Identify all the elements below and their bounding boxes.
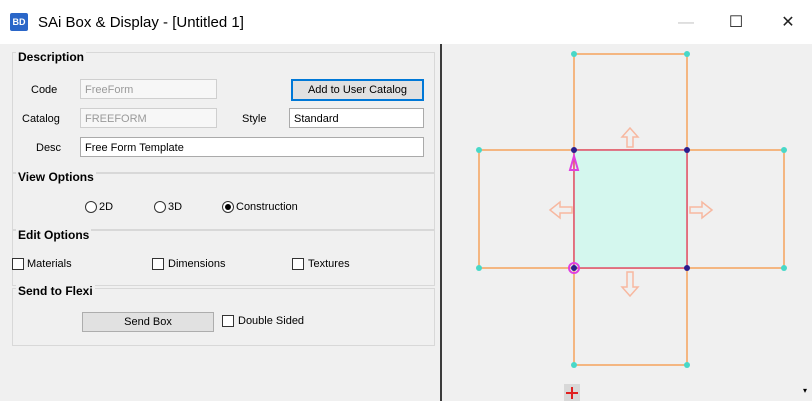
radio-construction-label: Construction bbox=[236, 201, 298, 213]
textures-label: Textures bbox=[308, 258, 350, 270]
corner-node bbox=[571, 51, 577, 57]
description-title: Description bbox=[16, 50, 87, 64]
style-label: Style bbox=[242, 113, 267, 125]
materials-checkbox[interactable] bbox=[12, 258, 24, 270]
design-canvas[interactable] bbox=[442, 44, 812, 401]
catalog-label: Catalog bbox=[22, 113, 60, 125]
close-button[interactable]: ✕ bbox=[766, 8, 810, 38]
corner-node bbox=[684, 51, 690, 57]
expand-bottom-arrow bbox=[620, 271, 640, 298]
base-corner-node bbox=[684, 147, 690, 153]
title-bar: BD SAi Box & Display - [Untitled 1] — ☐ … bbox=[0, 0, 812, 44]
radio-2d[interactable] bbox=[85, 201, 97, 213]
double-sided-checkbox[interactable] bbox=[222, 315, 234, 327]
base-corner-node bbox=[571, 265, 577, 271]
materials-label: Materials bbox=[27, 258, 72, 270]
add-to-user-catalog-button[interactable]: Add to User Catalog bbox=[291, 79, 424, 101]
textures-checkbox[interactable] bbox=[292, 258, 304, 270]
corner-node bbox=[781, 265, 787, 271]
corner-node bbox=[476, 265, 482, 271]
radio-3d-label: 3D bbox=[168, 201, 183, 213]
code-label: Code bbox=[31, 84, 58, 96]
box-template-drawing[interactable] bbox=[442, 44, 812, 401]
expand-left-arrow bbox=[548, 200, 573, 220]
send-box-button[interactable]: Send Box bbox=[82, 312, 214, 332]
plus-icon bbox=[566, 387, 578, 399]
dimensions-checkbox[interactable] bbox=[152, 258, 164, 270]
edit-options-title: Edit Options bbox=[16, 228, 92, 242]
expand-right-arrow bbox=[689, 200, 714, 220]
corner-node bbox=[684, 362, 690, 368]
desc-field[interactable]: Free Form Template bbox=[80, 137, 424, 157]
dimensions-label: Dimensions bbox=[168, 258, 226, 270]
base-panel bbox=[573, 149, 688, 269]
app-icon: BD bbox=[10, 13, 28, 31]
properties-panel: Description Code FreeForm Add to User Ca… bbox=[0, 44, 440, 401]
base-corner-node bbox=[684, 265, 690, 271]
catalog-field[interactable]: FREEFORM bbox=[80, 108, 217, 128]
radio-2d-label: 2D bbox=[99, 201, 114, 213]
style-field[interactable]: Standard bbox=[289, 108, 424, 128]
maximize-button[interactable]: ☐ bbox=[714, 8, 758, 38]
radio-3d[interactable] bbox=[154, 201, 166, 213]
desc-label: Desc bbox=[36, 142, 62, 154]
radio-construction[interactable] bbox=[222, 201, 234, 213]
base-corner-node bbox=[571, 147, 577, 153]
window-title: SAi Box & Display - [Untitled 1] bbox=[38, 14, 244, 31]
double-sided-label: Double Sided bbox=[238, 315, 305, 327]
code-field[interactable]: FreeForm bbox=[80, 79, 217, 99]
minimize-button[interactable]: — bbox=[664, 8, 708, 38]
view-options-title: View Options bbox=[16, 170, 96, 184]
corner-node bbox=[571, 362, 577, 368]
origin-marker[interactable] bbox=[564, 384, 580, 401]
corner-node bbox=[781, 147, 787, 153]
scroll-down-icon[interactable]: ▾ bbox=[803, 386, 807, 395]
corner-node bbox=[476, 147, 482, 153]
send-to-flexi-title: Send to Flexi bbox=[16, 284, 95, 298]
expand-top-arrow bbox=[620, 126, 640, 148]
